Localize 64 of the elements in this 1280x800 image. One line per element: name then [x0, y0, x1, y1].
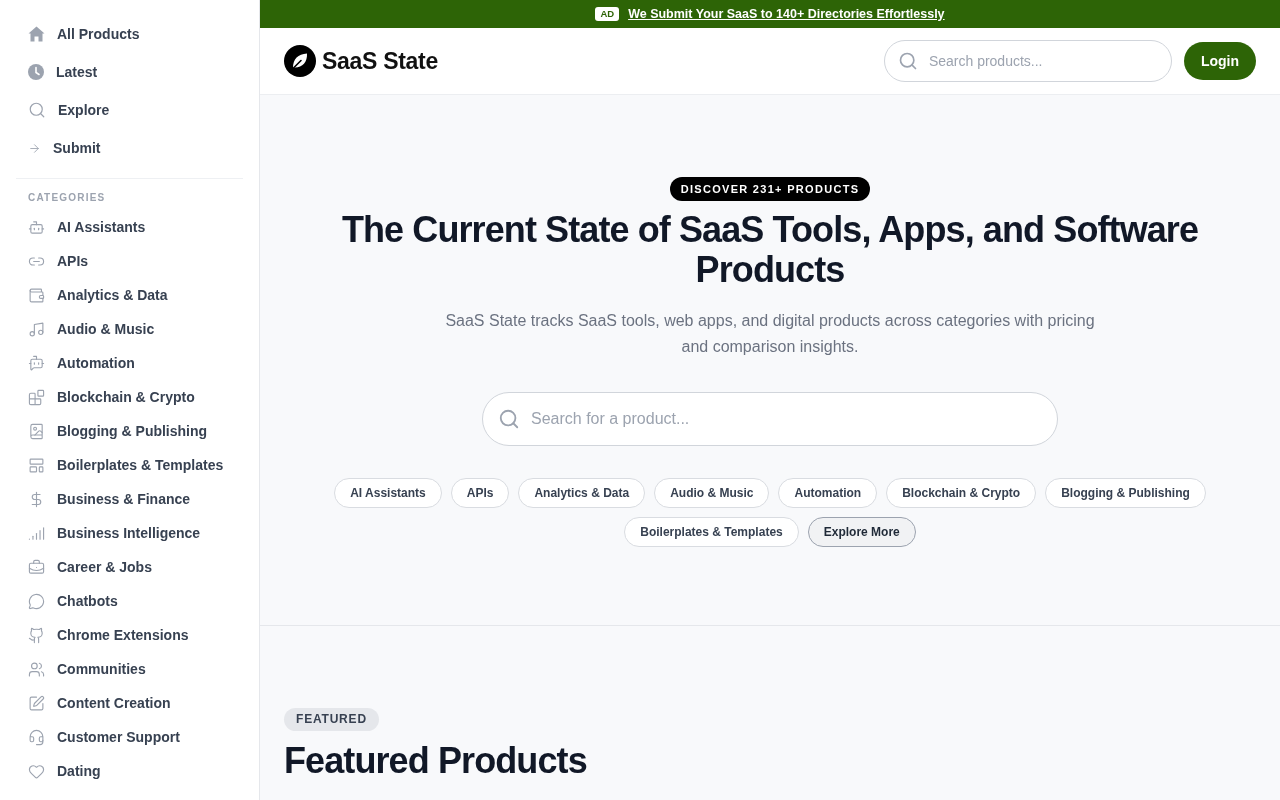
category-item[interactable]: Audio & Music: [16, 312, 243, 346]
category-item[interactable]: AI Assistants: [16, 210, 243, 244]
home-icon: [28, 26, 45, 42]
explore-more-button[interactable]: Explore More: [807, 517, 916, 547]
sidebar-nav-item[interactable]: All Products: [16, 15, 243, 53]
chat-bubble-icon: [28, 592, 45, 610]
header-search-field[interactable]: Search products...: [883, 40, 1172, 82]
category-item[interactable]: Career & Jobs: [16, 550, 243, 584]
category-chip[interactable]: Analytics & Data: [518, 478, 646, 508]
category-item[interactable]: Content Creation: [16, 686, 243, 720]
category-item[interactable]: Business Intelligence: [16, 516, 243, 550]
logo-text[interactable]: SaaS State: [322, 47, 438, 75]
category-item[interactable]: Communities: [16, 652, 243, 686]
login-button[interactable]: Login: [1183, 42, 1256, 80]
category-chip[interactable]: Audio & Music: [654, 478, 770, 508]
category-item[interactable]: APIs: [16, 244, 243, 278]
heart-icon: [28, 762, 45, 780]
category-item[interactable]: Blogging & Publishing: [16, 414, 243, 448]
clock-icon: [28, 64, 44, 80]
category-chip[interactable]: Automation: [778, 478, 878, 508]
category-item[interactable]: Chrome Extensions: [16, 618, 243, 652]
arrow-right-icon: [28, 141, 41, 155]
category-chip[interactable]: Blockchain & Crypto: [886, 478, 1037, 508]
category-item[interactable]: Business & Finance: [16, 482, 243, 516]
edit-square-icon: [28, 694, 45, 712]
hero-subtitle: SaaS State tracks SaaS tools, web apps, and digital products across categories with pricing and comparison insights.: [444, 311, 1096, 357]
category-chip[interactable]: AI Assistants: [334, 478, 442, 508]
category-item[interactable]: Chatbots: [16, 584, 243, 618]
category-item[interactable]: Analytics & Data: [16, 278, 243, 312]
ad-link[interactable]: We Submit Your SaaS to 140+ Directories Effortlessly: [628, 7, 945, 21]
robot-icon: [28, 218, 45, 236]
users-icon: [28, 660, 45, 678]
category-item[interactable]: Blockchain & Crypto: [16, 380, 243, 414]
sidebar-nav-item[interactable]: Submit: [16, 129, 243, 167]
wallet-icon: [28, 286, 45, 304]
sidebar-nav-item[interactable]: Latest: [16, 53, 243, 91]
categories-heading: CATEGORIES: [27, 192, 107, 203]
category-chip[interactable]: Boilerplates & Templates: [624, 517, 799, 547]
sidebar-nav-item[interactable]: Explore: [16, 91, 243, 129]
search-icon: [498, 408, 520, 430]
github-icon: [28, 626, 45, 644]
product-search-field[interactable]: Search for a product...: [482, 392, 1058, 446]
category-item[interactable]: Automation: [16, 346, 243, 380]
category-chip[interactable]: APIs: [450, 478, 510, 508]
leaf-logo-icon: [284, 45, 316, 77]
briefcase-icon: [28, 558, 45, 576]
chat-robot-icon: [28, 354, 45, 372]
signal-bars-icon: [28, 524, 45, 542]
music-note-icon: [28, 320, 45, 338]
category-item[interactable]: Dating: [16, 754, 243, 788]
category-item[interactable]: Boilerplates & Templates: [16, 448, 243, 482]
category-item[interactable]: Customer Support: [16, 720, 243, 754]
search-icon: [897, 51, 918, 71]
image-icon: [28, 422, 45, 440]
search-icon: [28, 101, 46, 119]
ad-badge: AD: [595, 7, 620, 21]
featured-title: Featured Products: [284, 739, 587, 783]
headset-icon: [28, 728, 45, 746]
blocks-icon: [28, 388, 45, 406]
hero-title: The Current State of SaaS Tools, Apps, and Software Products: [340, 210, 1200, 290]
category-chip[interactable]: Blogging & Publishing: [1045, 478, 1206, 508]
discover-badge: DISCOVER 231+ PRODUCTS: [669, 177, 871, 201]
layout-template-icon: [28, 456, 45, 474]
featured-badge: FEATURED: [284, 708, 379, 731]
